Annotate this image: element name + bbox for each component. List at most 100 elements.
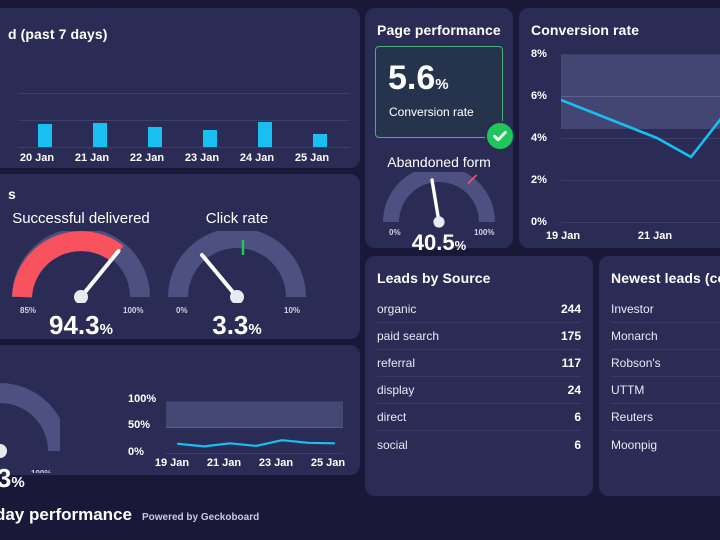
xtick-19-jan-b: 19 Jan bbox=[154, 457, 190, 469]
bar-23-jan bbox=[203, 130, 217, 147]
panel-newest-leads-title: Newest leads (co bbox=[611, 270, 720, 286]
xtick-24-jan: 24 Jan bbox=[239, 152, 275, 164]
list-item[interactable]: Investor bbox=[611, 296, 720, 323]
gridline-0 bbox=[18, 147, 350, 148]
lead-source-count: 24 bbox=[567, 383, 581, 397]
table-row[interactable]: display 24 bbox=[377, 377, 581, 404]
gauge-open-rate-value: 0.3% bbox=[0, 463, 60, 494]
table-row[interactable]: direct 6 bbox=[377, 404, 581, 431]
dashboard-footer: re 7 day performance Powered by Geckoboa… bbox=[0, 505, 259, 525]
gauge-successful-delivered: Successful delivered 85% 100% 94.3% bbox=[0, 210, 162, 340]
gauge-click-rate: Click rate 0% 10% 3.3% bbox=[156, 210, 318, 340]
gauge-successful-delivered-number: 94.3 bbox=[49, 310, 100, 340]
xtick-20-jan: 20 Jan bbox=[19, 152, 55, 164]
xtick-23-jan-b: 23 Jan bbox=[258, 457, 294, 469]
table-row[interactable]: social 6 bbox=[377, 431, 581, 458]
ytick-2pct: 2% bbox=[531, 174, 547, 186]
bar-22-jan bbox=[148, 126, 162, 147]
dashboard-root: d (past 7 days) 400 200 0 20 Jan 21 Jan … bbox=[0, 0, 720, 540]
line-chart-open-rate: 100% 50% 0% 19 Jan 21 Jan 23 Jan 25 Jan bbox=[128, 393, 345, 473]
check-icon bbox=[493, 131, 507, 142]
table-row[interactable]: referral 117 bbox=[377, 350, 581, 377]
gauge-open-rate: 100% bbox=[0, 383, 60, 473]
kpi-conversion-rate-caption: Conversion rate bbox=[389, 105, 474, 119]
list-item[interactable]: Moonpig bbox=[611, 431, 720, 458]
xtick-21-jan-c: 21 Jan bbox=[637, 230, 673, 242]
lead-source-count: 6 bbox=[574, 410, 581, 424]
ytick-4pct: 4% bbox=[531, 132, 547, 144]
kpi-conversion-rate-number: 5.6% bbox=[388, 61, 449, 95]
kpi-tile-conversion-rate[interactable]: 5.6% Conversion rate bbox=[375, 46, 503, 138]
check-circle-icon bbox=[485, 121, 515, 151]
list-item[interactable]: Reuters bbox=[611, 404, 720, 431]
panel-emails-title: d (past 7 days) bbox=[8, 26, 108, 42]
panel-email-stats: s Successful delivered 85% 100% 94.3% Cl… bbox=[0, 174, 360, 340]
gauge-abandoned-form-dial bbox=[383, 172, 495, 228]
ytick-100pct: 100% bbox=[128, 393, 157, 405]
panel-leads-by-source: Leads by Source organic 244 paid search … bbox=[365, 256, 593, 496]
kpi-number-unit: % bbox=[435, 76, 449, 93]
gauge-click-rate-dial bbox=[168, 231, 306, 303]
bar-20-jan bbox=[38, 124, 52, 147]
ytick-0pct: 0% bbox=[128, 446, 144, 458]
list-item[interactable]: UTTM bbox=[611, 377, 720, 404]
footer-powered-by: Powered by Geckoboard bbox=[141, 512, 260, 523]
gauge-successful-delivered-value: 94.3% bbox=[0, 310, 162, 341]
conversion-rate-series bbox=[561, 98, 720, 159]
kpi-number-value: 5.6 bbox=[388, 59, 436, 97]
table-row[interactable]: organic 244 bbox=[377, 296, 581, 323]
gauge-abandoned-form: Abandoned form 0% 100% 40.5% bbox=[369, 154, 509, 255]
xtick-22-jan: 22 Jan bbox=[129, 152, 165, 164]
gauge-successful-delivered-unit: % bbox=[99, 321, 113, 338]
gauge-abandoned-form-value: 40.5% bbox=[369, 230, 509, 256]
lead-name: Investor bbox=[611, 302, 654, 316]
panel-emails-delivered: d (past 7 days) 400 200 0 20 Jan 21 Jan … bbox=[0, 8, 360, 168]
panel-newest-leads: Newest leads (co Investor Monarch Robson… bbox=[599, 256, 720, 496]
lead-source-label: referral bbox=[377, 356, 416, 370]
gauge-abandoned-form-label: Abandoned form bbox=[387, 154, 491, 170]
xtick-21-jan: 21 Jan bbox=[74, 152, 110, 164]
xtick-23-jan: 23 Jan bbox=[184, 152, 220, 164]
bar-25-jan bbox=[313, 133, 327, 147]
xtick-19-jan-c: 19 Jan bbox=[545, 230, 581, 242]
gauge-open-rate-unit: % bbox=[11, 474, 25, 491]
lead-source-count: 117 bbox=[561, 356, 581, 370]
ytick-6pct: 6% bbox=[531, 90, 547, 102]
line-chart-open-rate-series bbox=[176, 439, 336, 448]
lead-source-count: 6 bbox=[574, 437, 581, 452]
lead-source-label: social bbox=[377, 437, 408, 452]
gauge-successful-delivered-label: Successful delivered bbox=[12, 210, 150, 227]
lead-source-label: direct bbox=[377, 410, 407, 424]
gauge-abandoned-form-number: 40.5 bbox=[411, 230, 455, 255]
ytick-50pct: 50% bbox=[128, 419, 151, 431]
conversion-rate-plot: 8% 6% 4% 2% 0% 19 Jan 21 Jan 23 bbox=[519, 8, 720, 248]
lead-name: Reuters bbox=[611, 410, 654, 424]
panel-email-stats-title: s bbox=[8, 186, 16, 202]
lead-source-count: 175 bbox=[560, 329, 581, 343]
gauge-open-rate-dial bbox=[0, 383, 60, 458]
panel-conversion-rate: Conversion rate 8% 6% 4% 2% 0% 19 Jan 21… bbox=[519, 8, 720, 248]
gauge-click-rate-value: 3.3% bbox=[156, 310, 318, 341]
xtick-25-jan-b: 25 Jan bbox=[310, 457, 346, 469]
panel-performance-overview: 100% 0.3% 100% 50% 0% 19 Jan 21 Jan 23 J… bbox=[0, 345, 360, 493]
lead-name: Robson's bbox=[611, 356, 661, 370]
lead-source-label: organic bbox=[377, 302, 417, 316]
panel-page-performance-title: Page performance bbox=[377, 22, 501, 38]
panel-leads-by-source-title: Leads by Source bbox=[377, 270, 491, 286]
list-item[interactable]: Monarch bbox=[611, 323, 720, 350]
footer-title: re 7 day performance bbox=[0, 505, 132, 524]
ytick-8pct: 8% bbox=[531, 48, 547, 60]
bar-21-jan bbox=[93, 123, 107, 147]
gauge-open-rate-number: 0.3 bbox=[0, 463, 12, 493]
lead-source-label: display bbox=[377, 383, 415, 397]
gauge-click-rate-number: 3.3 bbox=[212, 310, 249, 340]
gauge-abandoned-form-unit: % bbox=[454, 238, 467, 253]
ytick-0pct-conv: 0% bbox=[531, 216, 547, 228]
gauge-click-rate-unit: % bbox=[248, 321, 262, 338]
list-item[interactable]: Robson's bbox=[611, 350, 720, 377]
lead-source-label: paid search bbox=[377, 329, 440, 343]
table-row[interactable]: paid search 175 bbox=[377, 323, 581, 350]
xtick-21-jan-b: 21 Jan bbox=[206, 457, 242, 469]
xtick-25-jan: 25 Jan bbox=[294, 152, 330, 164]
gauge-successful-delivered-dial bbox=[12, 231, 150, 303]
